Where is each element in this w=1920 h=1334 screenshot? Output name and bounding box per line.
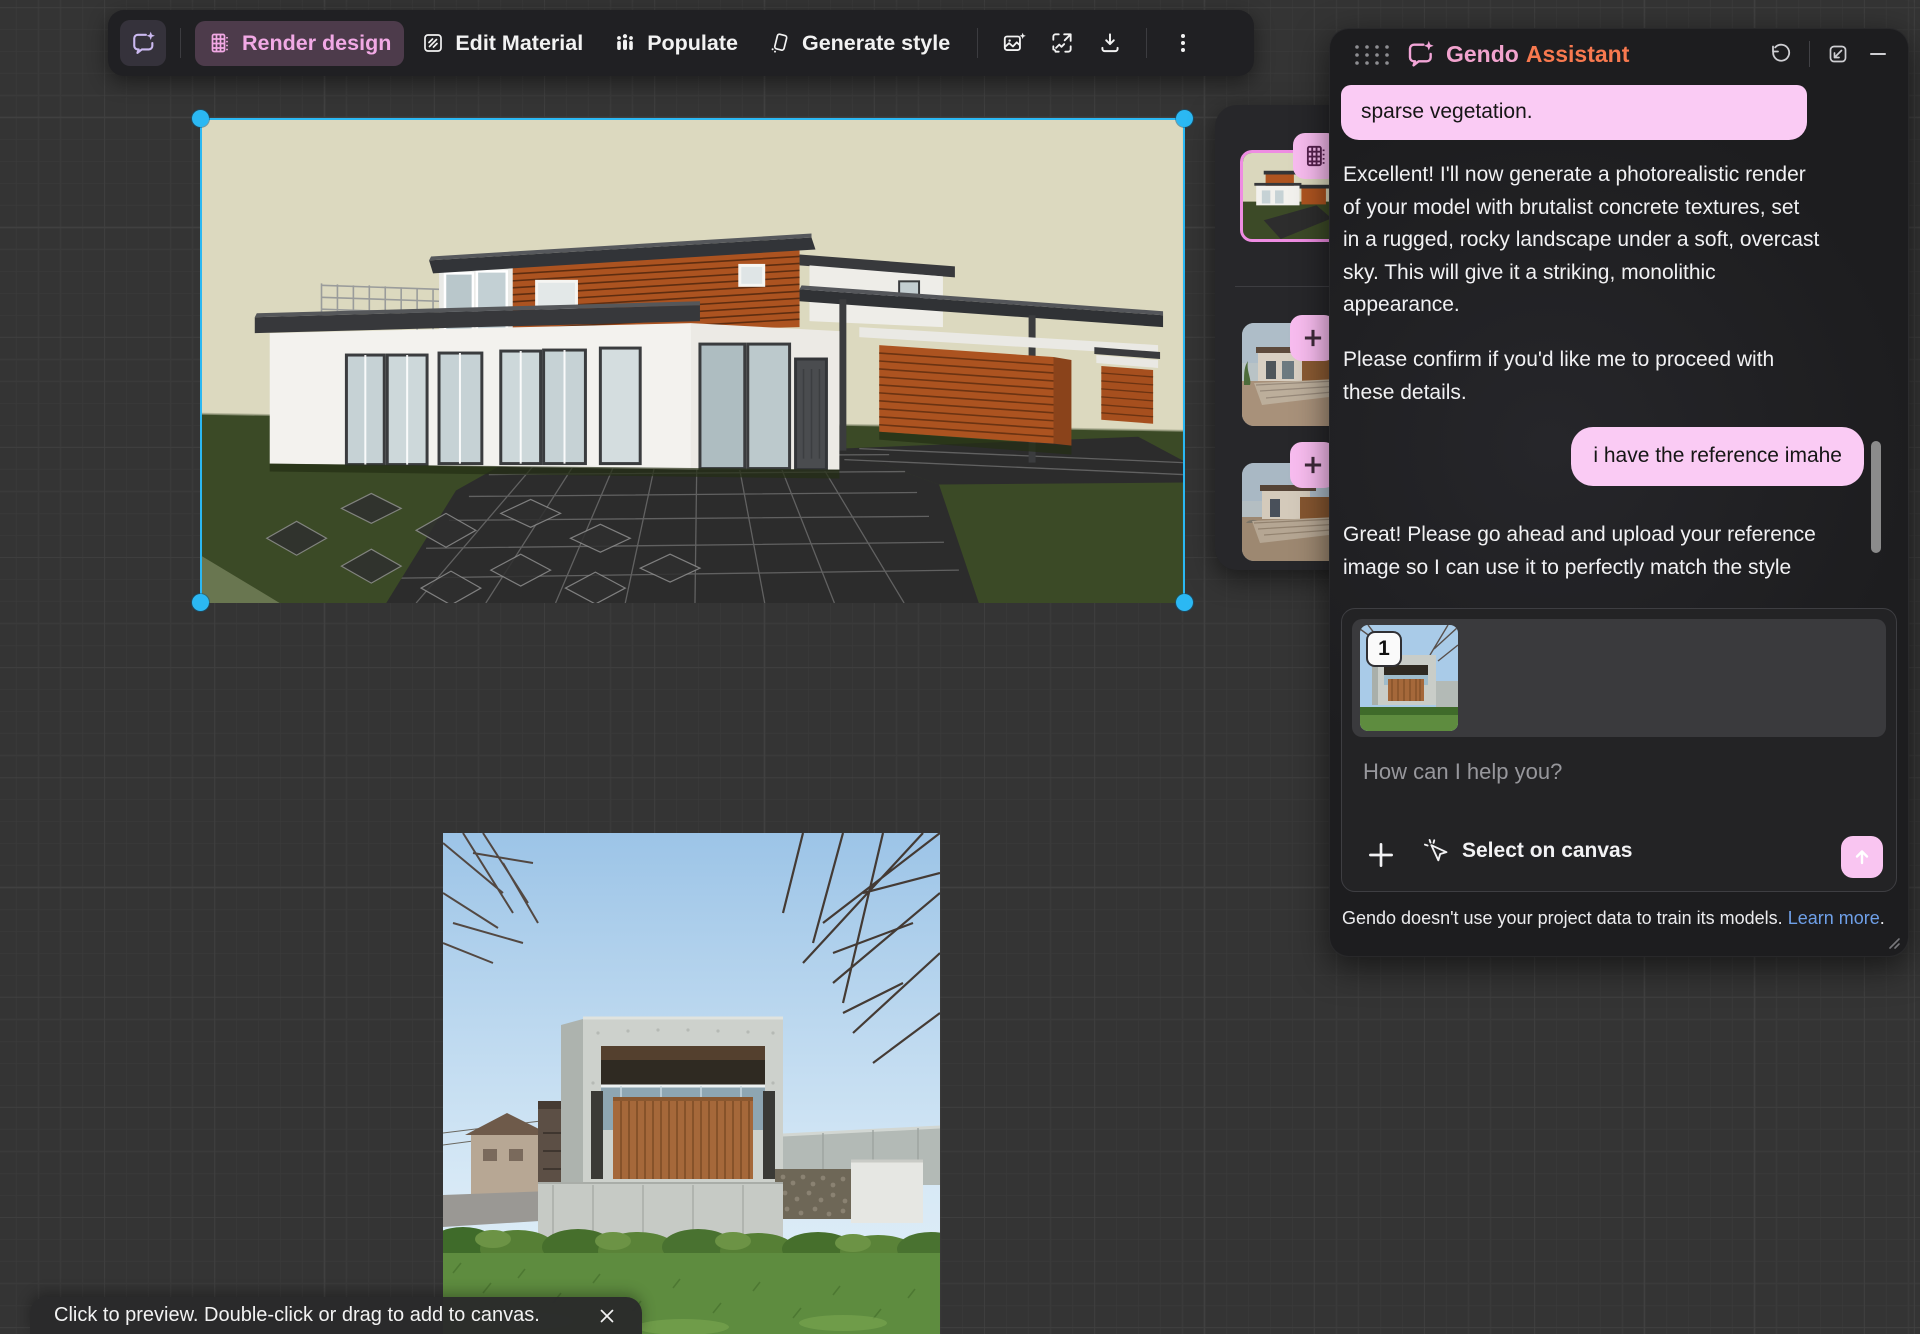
- assistant-title-primary: Gendo: [1446, 41, 1519, 68]
- select-on-canvas-button[interactable]: Select on canvas: [1422, 837, 1632, 865]
- plus-icon: [1300, 325, 1326, 351]
- building-grid-icon: [1303, 143, 1329, 169]
- hint-close-button[interactable]: [596, 1305, 618, 1327]
- hint-text: Click to preview. Double-click or drag t…: [54, 1304, 540, 1327]
- learn-more-link[interactable]: Learn more: [1788, 908, 1880, 928]
- assistant-message-line: Great! Please go ahead and upload your r…: [1343, 519, 1816, 552]
- gendo-logo-icon: [1404, 38, 1436, 70]
- assistant-title-secondary: Assistant: [1526, 41, 1630, 68]
- close-icon: [596, 1305, 618, 1327]
- expand-image-button[interactable]: [1040, 20, 1084, 66]
- populate-label: Populate: [647, 31, 738, 56]
- assistant-header-actions: [1769, 29, 1890, 79]
- top-toolbar: Render design Edit Material Populate Gen…: [108, 10, 1254, 76]
- reset-chat-button[interactable]: [1769, 42, 1793, 66]
- assistant-message: Great! Please go ahead and upload your r…: [1343, 519, 1816, 584]
- generate-style-button[interactable]: Generate style: [755, 21, 963, 66]
- selection-handle-bottom-left[interactable]: [192, 594, 209, 611]
- selection-handle-top-left[interactable]: [192, 110, 209, 127]
- user-message-text: sparse vegetation.: [1361, 96, 1787, 129]
- assistant-title: Gendo Assistant: [1446, 29, 1629, 79]
- chat-composer[interactable]: 1 How can I help you? Select on canvas: [1341, 608, 1897, 892]
- drag-dots-icon: [1352, 42, 1392, 68]
- thumbnail-divider: [1235, 286, 1335, 287]
- expand-icon: [1826, 42, 1850, 66]
- assistant-message: Please confirm if you'd like me to proce…: [1343, 344, 1774, 409]
- reference-photo-canvas-item[interactable]: [443, 833, 940, 1334]
- canvas-hint-bar: Click to preview. Double-click or drag t…: [30, 1297, 642, 1334]
- edit-material-label: Edit Material: [455, 31, 583, 56]
- generate-style-label: Generate style: [802, 31, 950, 56]
- building-grid-icon: [208, 31, 232, 55]
- gendo-logo-button[interactable]: [120, 20, 166, 66]
- panel-resize-handle[interactable]: [1887, 936, 1901, 950]
- header-divider: [1809, 41, 1810, 67]
- style-card-icon: [768, 31, 792, 55]
- assistant-message-line: appearance.: [1343, 289, 1819, 322]
- attached-image-thumbnail[interactable]: 1: [1360, 625, 1458, 731]
- assistant-message-line: image so I can use it to perfectly match…: [1343, 552, 1816, 585]
- plus-icon: [1364, 838, 1398, 872]
- toolbar-divider: [977, 28, 978, 58]
- material-swatch-icon: [421, 31, 445, 55]
- assistant-message-line: Please confirm if you'd like me to proce…: [1343, 344, 1774, 377]
- toolbar-divider: [180, 28, 181, 58]
- assistant-header: Gendo Assistant: [1330, 29, 1908, 79]
- user-message-bubble: sparse vegetation.: [1341, 85, 1807, 140]
- selection-handle-top-right[interactable]: [1176, 110, 1193, 127]
- download-icon: [1097, 30, 1123, 56]
- edit-material-button[interactable]: Edit Material: [408, 21, 596, 66]
- composer-actions-row: Select on canvas: [1342, 821, 1896, 891]
- drag-handle[interactable]: [1352, 42, 1392, 68]
- privacy-footer: Gendo doesn't use your project data to t…: [1342, 905, 1890, 932]
- sketchup-house-render: [202, 120, 1183, 603]
- render-design-button[interactable]: Render design: [195, 21, 404, 66]
- user-message-text: i have the reference imahe: [1593, 444, 1842, 467]
- gendo-assistant-panel: Gendo Assistant: [1329, 28, 1909, 957]
- add-attachment-button[interactable]: [1364, 838, 1398, 872]
- resize-grip-icon: [1887, 936, 1901, 950]
- assistant-message-line: sky. This will give it a striking, monol…: [1343, 257, 1819, 290]
- concrete-house-photo: [443, 833, 940, 1334]
- assistant-message-line: of your model with brutalist concrete te…: [1343, 192, 1819, 225]
- attachment-count-badge: 1: [1366, 631, 1402, 667]
- more-options-button[interactable]: [1161, 21, 1205, 65]
- generate-image-button[interactable]: [992, 20, 1036, 66]
- render-design-label: Render design: [242, 31, 391, 56]
- assistant-message: Excellent! I'll now generate a photoreal…: [1343, 159, 1819, 322]
- user-message-bubble: i have the reference imahe: [1571, 427, 1864, 486]
- minimize-icon: [1866, 42, 1890, 66]
- more-options-icon: [1171, 31, 1195, 55]
- privacy-text: Gendo doesn't use your project data to t…: [1342, 908, 1783, 928]
- selection-handle-bottom-right[interactable]: [1176, 594, 1193, 611]
- plus-icon: [1300, 452, 1326, 478]
- privacy-suffix: .: [1880, 908, 1885, 928]
- send-arrow-icon: [1850, 845, 1874, 869]
- assistant-message-line: Excellent! I'll now generate a photoreal…: [1343, 159, 1819, 192]
- image-sparkle-icon: [1001, 30, 1027, 56]
- image-expand-icon: [1049, 30, 1075, 56]
- send-button[interactable]: [1841, 836, 1883, 878]
- minimize-panel-button[interactable]: [1866, 42, 1890, 66]
- selected-canvas-image[interactable]: [200, 118, 1185, 603]
- assistant-message-line: these details.: [1343, 377, 1774, 410]
- cursor-sparkle-icon: [1422, 837, 1450, 865]
- attachment-strip: 1: [1352, 619, 1886, 737]
- toolbar-divider: [1146, 28, 1147, 58]
- assistant-message-line: in a rugged, rocky landscape under a sof…: [1343, 224, 1819, 257]
- download-button[interactable]: [1088, 20, 1132, 66]
- people-icon: [613, 31, 637, 55]
- composer-placeholder: How can I help you?: [1363, 759, 1562, 785]
- select-on-canvas-label: Select on canvas: [1462, 839, 1632, 863]
- populate-button[interactable]: Populate: [600, 21, 751, 66]
- expand-panel-button[interactable]: [1826, 42, 1850, 66]
- gendo-logo-icon: [129, 29, 157, 57]
- gendo-assistant-logo: [1404, 38, 1436, 70]
- reset-icon: [1769, 42, 1793, 66]
- chat-scrollbar-thumb[interactable]: [1871, 441, 1881, 553]
